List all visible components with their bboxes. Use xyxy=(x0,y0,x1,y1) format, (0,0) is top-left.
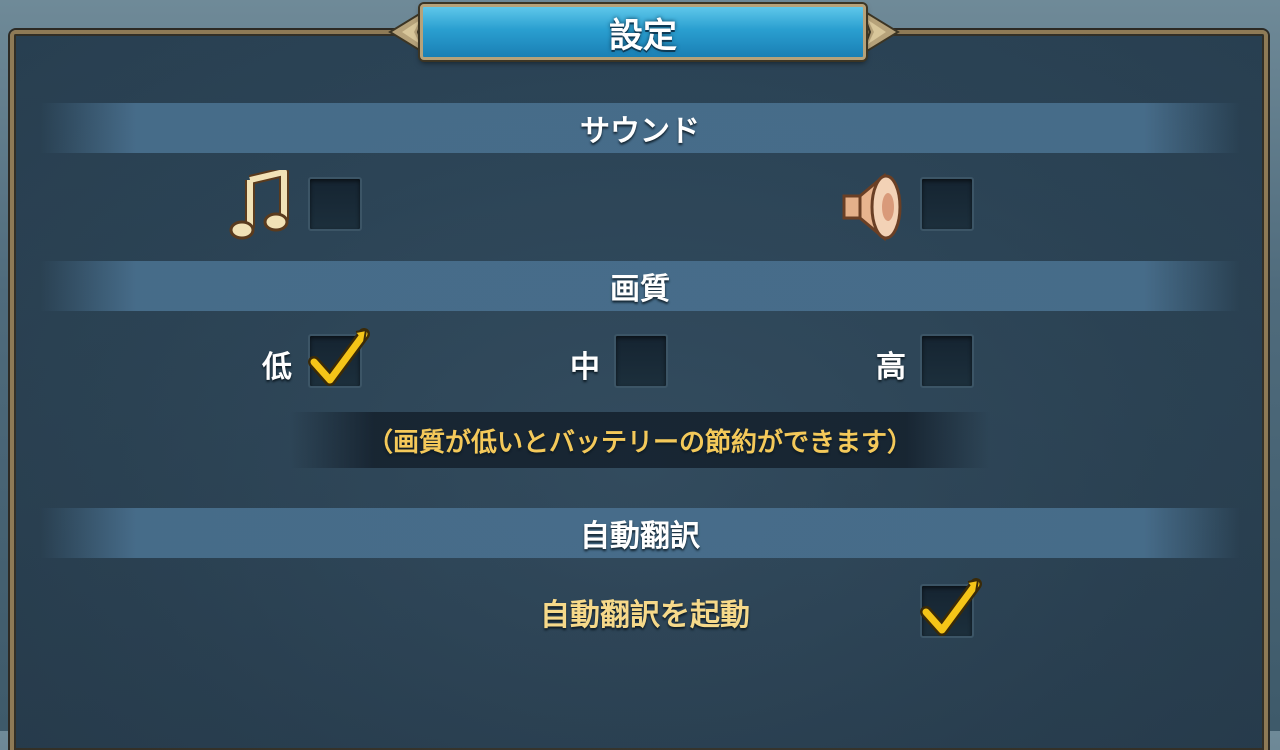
speaker-icon xyxy=(842,172,902,242)
sound-heading: サウンド xyxy=(580,114,700,149)
title-right-ornament xyxy=(862,8,900,56)
quality-note-band: （画質が低いとバッテリーの節約ができます） xyxy=(290,412,990,468)
translation-heading: 自動翻訳 xyxy=(580,519,700,554)
checkmark-icon xyxy=(920,578,982,636)
page-title: 設定 xyxy=(609,15,677,56)
quality-medium-label: 中 xyxy=(570,350,600,385)
quality-high-label: 高 xyxy=(876,350,906,385)
title-banner: 設定 xyxy=(420,4,866,60)
auto-translate-checkbox[interactable] xyxy=(920,578,982,638)
checkmark-icon xyxy=(308,328,370,386)
quality-heading: 画質 xyxy=(610,272,670,307)
sound-section-header: サウンド xyxy=(40,103,1240,153)
quality-high-checkbox[interactable] xyxy=(920,334,974,388)
quality-low-label: 低 xyxy=(262,350,292,385)
translation-section-header: 自動翻訳 xyxy=(40,508,1240,558)
music-checkbox[interactable] xyxy=(308,177,362,231)
quality-medium-checkbox[interactable] xyxy=(614,334,668,388)
music-note-icon xyxy=(229,170,289,240)
sound-effects-checkbox[interactable] xyxy=(920,177,974,231)
quality-note: （画質が低いとバッテリーの節約ができます） xyxy=(366,427,913,458)
auto-translate-label: 自動翻訳を起動 xyxy=(540,598,750,633)
quality-section-header: 画質 xyxy=(40,261,1240,311)
quality-low-checkbox[interactable] xyxy=(308,328,370,388)
